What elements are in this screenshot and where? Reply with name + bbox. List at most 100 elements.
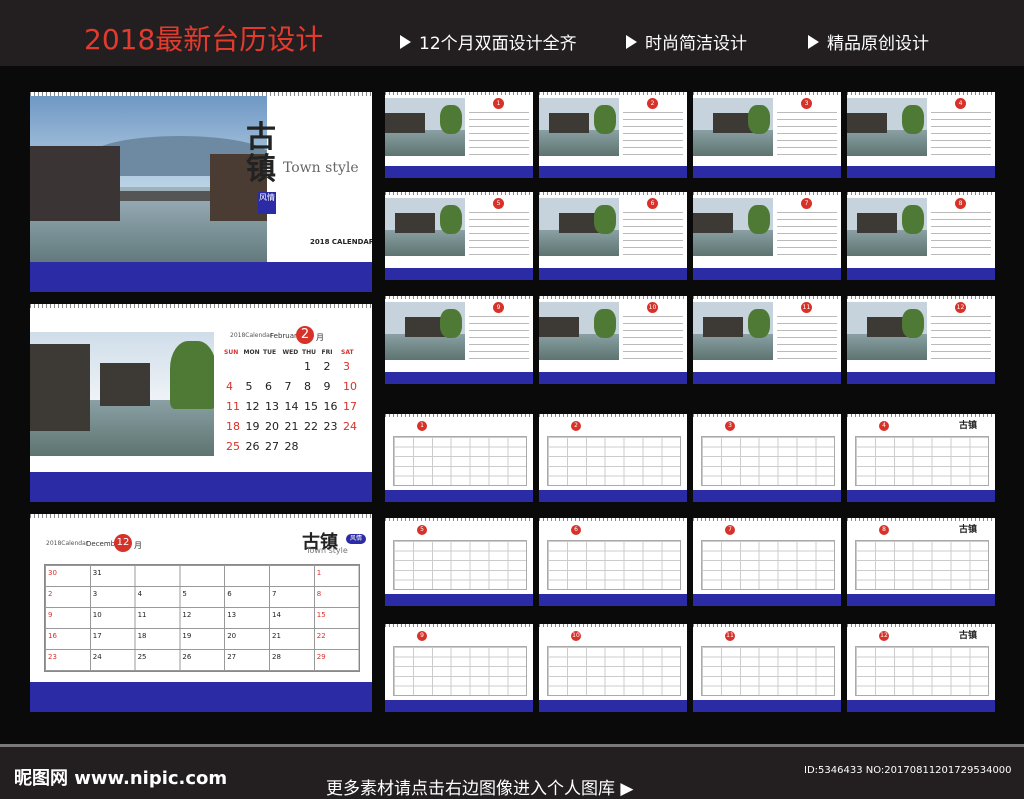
thumb-photo [693, 302, 773, 360]
mini-day-grid [777, 316, 837, 360]
buildings [559, 212, 599, 233]
month-badge: 3 [725, 421, 735, 431]
blue-band [847, 372, 995, 384]
binding-rings [385, 624, 533, 627]
month-badge: 9 [417, 631, 427, 641]
thumb-photo-page[interactable]: 4 [847, 92, 995, 178]
thumb-grid-page[interactable]: 11 [693, 624, 841, 712]
thumb-grid-page[interactable]: 5 [385, 518, 533, 606]
cover-subtitle: Town style [283, 160, 359, 176]
thumb-photo-page[interactable]: 11 [693, 296, 841, 384]
blue-band [385, 594, 533, 606]
day-number: 15 [304, 400, 318, 413]
mini-day-grid [777, 212, 837, 256]
site-logo[interactable]: 昵图网 www.nipic.com [14, 764, 227, 790]
blue-band [847, 166, 995, 178]
day-number: 19 [245, 420, 260, 433]
thumb-photo-page[interactable]: 7 [693, 192, 841, 280]
day-number: 31 [92, 569, 102, 577]
blue-band [693, 594, 841, 606]
binding-rings [539, 624, 687, 627]
thumb-grid-page[interactable]: 3 [693, 414, 841, 502]
day-number: 9 [48, 611, 53, 619]
binding-rings [385, 192, 533, 195]
month-badge: 4 [955, 98, 966, 109]
buildings [857, 212, 897, 233]
binding-rings [693, 192, 841, 195]
calendar-feb[interactable]: 2018Calendar February 2 月 SUN MON TUE WED TH… [30, 304, 372, 502]
thumb-photo-page[interactable]: 10 [539, 296, 687, 384]
thumb-photo-page[interactable]: 9 [385, 296, 533, 384]
month-badge: 4 [879, 421, 889, 431]
thumb-grid-page[interactable]: 2 [539, 414, 687, 502]
cover-photo [30, 96, 267, 262]
weekday-label: WED [282, 349, 299, 356]
day-number: 3 [343, 360, 350, 373]
day-number: 21 [284, 420, 299, 433]
buildings [549, 112, 589, 133]
triangle-icon [400, 34, 411, 49]
thumb-photo-page[interactable]: 5 [385, 192, 533, 280]
blue-band [539, 166, 687, 178]
thumb-photo-page[interactable]: 6 [539, 192, 687, 280]
tree [748, 104, 770, 134]
thumb-photo-page[interactable]: 1 [385, 92, 533, 178]
mini-month-grid [701, 646, 835, 696]
day-number: 22 [304, 420, 318, 433]
mini-day-grid [469, 316, 529, 360]
thumb-photo-page[interactable]: 8 [847, 192, 995, 280]
thumb-photo-page[interactable]: 2 [539, 92, 687, 178]
weekday-label: THU [302, 349, 316, 356]
month-badge: 8 [955, 198, 966, 209]
calendar-dec[interactable]: 2018Calendar December 12 月 古镇 风情 Town st… [30, 514, 372, 712]
header-bar: 2018最新台历设计 12个月双面设计全齐 时尚简洁设计 精品原创设计 [0, 0, 1024, 66]
day-number: 20 [265, 420, 279, 433]
day-number: 9 [323, 380, 331, 393]
binding-rings [539, 518, 687, 521]
day-number: 11 [137, 611, 147, 619]
blue-band [693, 268, 841, 280]
blue-band [539, 372, 687, 384]
tree [594, 204, 616, 234]
day-number: 7 [272, 590, 277, 598]
thumb-grid-page[interactable]: 6 [539, 518, 687, 606]
blue-band [539, 490, 687, 502]
thumb-grid-page[interactable]: 10 [539, 624, 687, 712]
tree [902, 104, 924, 134]
thumb-photo-page[interactable]: 3 [693, 92, 841, 178]
calendar-cover[interactable]: 古镇 风情 Town style 2018 CALENDAR [30, 92, 372, 292]
more-link[interactable]: 更多素材请点击右边图像进入个人图库 ▶ [326, 774, 633, 799]
thumb-grid-page[interactable]: 4 古镇 [847, 414, 995, 502]
buildings [693, 212, 733, 233]
thumb-grid-page[interactable]: 12 古镇 [847, 624, 995, 712]
month-badge: 8 [879, 525, 889, 535]
image-id: ID:5346433 NO:20170811201729534000 [804, 765, 1012, 776]
brand-seal: 风情 [346, 534, 366, 544]
day-number: 3 [92, 590, 98, 598]
thumb-grid-page[interactable]: 1 [385, 414, 533, 502]
feature-1-label: 12个月双面设计全齐 [419, 34, 577, 54]
thumb-grid-page[interactable]: 9 [385, 624, 533, 712]
feb-photo [30, 332, 214, 456]
thumb-photo-page[interactable]: 12 [847, 296, 995, 384]
binding-rings [847, 518, 995, 521]
month-badge: 10 [571, 631, 581, 641]
thumb-grid-page[interactable]: 7 [693, 518, 841, 606]
day-number: 30 [48, 569, 57, 577]
tree [594, 104, 616, 134]
brand-text: 古镇 [246, 120, 276, 187]
binding-rings [539, 192, 687, 195]
binding-rings [539, 296, 687, 299]
day-number: 19 [182, 632, 192, 640]
buildings [385, 112, 425, 133]
thumb-photo [539, 198, 619, 256]
day-number: 2 [48, 590, 53, 598]
thumb-photo [847, 198, 927, 256]
day-number: 14 [272, 611, 281, 619]
month-badge: 7 [801, 198, 812, 209]
blue-band [539, 594, 687, 606]
thumb-grid-page[interactable]: 8 古镇 [847, 518, 995, 606]
day-number: 18 [137, 632, 147, 640]
day-number: 1 [304, 360, 311, 373]
thumb-photo [847, 302, 927, 360]
